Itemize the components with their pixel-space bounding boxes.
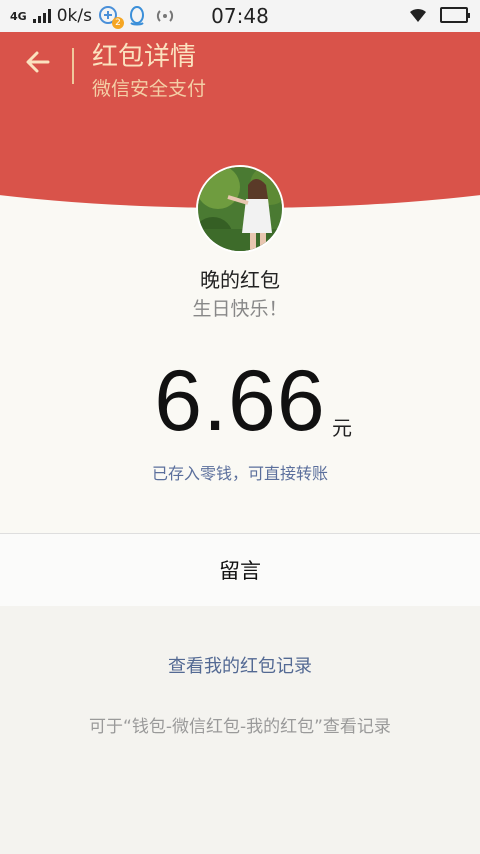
greeting-message: 生日快乐！ bbox=[192, 298, 288, 320]
leave-message-label: 留言 bbox=[219, 559, 261, 583]
deposit-notice-link[interactable]: 已存入零钱，可直接转账 bbox=[0, 460, 480, 484]
view-records-link[interactable]: 查看我的红包记录 bbox=[0, 652, 480, 678]
leave-message-button[interactable]: 留言 bbox=[0, 534, 480, 606]
status-bar: 4G 0k/s 2 07:48 bbox=[0, 0, 480, 32]
back-button[interactable] bbox=[20, 48, 56, 84]
page-subtitle: 微信安全支付 bbox=[92, 78, 207, 100]
amount-unit: 元 bbox=[332, 416, 352, 440]
records-hint: 可于“钱包-微信红包-我的红包”查看记录 bbox=[89, 717, 391, 737]
avatar[interactable] bbox=[196, 165, 284, 253]
arrow-left-icon bbox=[26, 51, 50, 73]
header-divider bbox=[72, 48, 74, 84]
amount-block: 6.66 元 bbox=[0, 352, 480, 451]
amount-value: 6.66 bbox=[154, 353, 326, 449]
battery-icon bbox=[440, 7, 470, 23]
wifi-icon bbox=[408, 6, 428, 24]
sender-name: 晚的红包 bbox=[200, 268, 280, 292]
page-title: 红包详情 bbox=[92, 42, 197, 72]
red-packet-detail-page: 4G 0k/s 2 07:48 红包详情 微信安全支付 晚的红包 生日快乐！ 6… bbox=[0, 0, 480, 854]
status-right bbox=[408, 6, 470, 24]
